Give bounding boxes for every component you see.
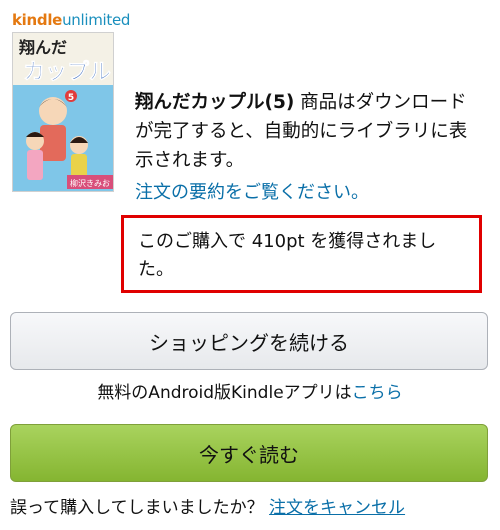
cover-title-line2: カップル (23, 60, 111, 85)
points-earned-text: このご購入で 410pt を獲得されました。 (138, 231, 437, 280)
book-cover-art: 翔んだ カップル 5 柳沢きみお (13, 33, 113, 191)
book-title: 翔んだカップル(5) (135, 92, 295, 113)
continue-shopping-label: ショッピングを続ける (149, 330, 349, 355)
cancel-order-link[interactable]: 注文をキャンセル (269, 498, 405, 518)
android-app-link[interactable]: こちら (352, 383, 403, 403)
cover-author: 柳沢きみお (70, 178, 110, 188)
cancel-order-line: 誤って購入してしまいましたか？ 注文をキャンセル (10, 496, 405, 520)
logo-unlimited-text: unlimited (62, 11, 131, 29)
android-app-line: 無料のAndroid版Kindleアプリはこちら (0, 381, 500, 405)
read-now-button[interactable]: 今すぐ読む (10, 424, 488, 482)
cover-volume-number: 5 (68, 93, 74, 103)
points-notice-box: このご購入で 410pt を獲得されました。 (121, 215, 482, 293)
book-cover: 翔んだ カップル 5 柳沢きみお (12, 32, 114, 192)
continue-shopping-button[interactable]: ショッピングを続ける (10, 312, 488, 370)
purchase-message: 翔んだカップル(5) 商品はダウンロードが完了すると、自動的にライブラリに表示さ… (135, 88, 475, 175)
logo-kindle-text: kindle (12, 11, 63, 29)
kindle-unlimited-logo: kindleunlimited (12, 10, 130, 30)
cancel-prompt-text: 誤って購入してしまいましたか？ (10, 498, 270, 518)
order-summary-link[interactable]: 注文の要約をご覧ください。 (135, 180, 369, 206)
cover-title-line1: 翔んだ (18, 38, 67, 57)
read-now-label: 今すぐ読む (199, 442, 299, 467)
android-app-text: 無料のAndroid版Kindleアプリは (97, 383, 352, 403)
